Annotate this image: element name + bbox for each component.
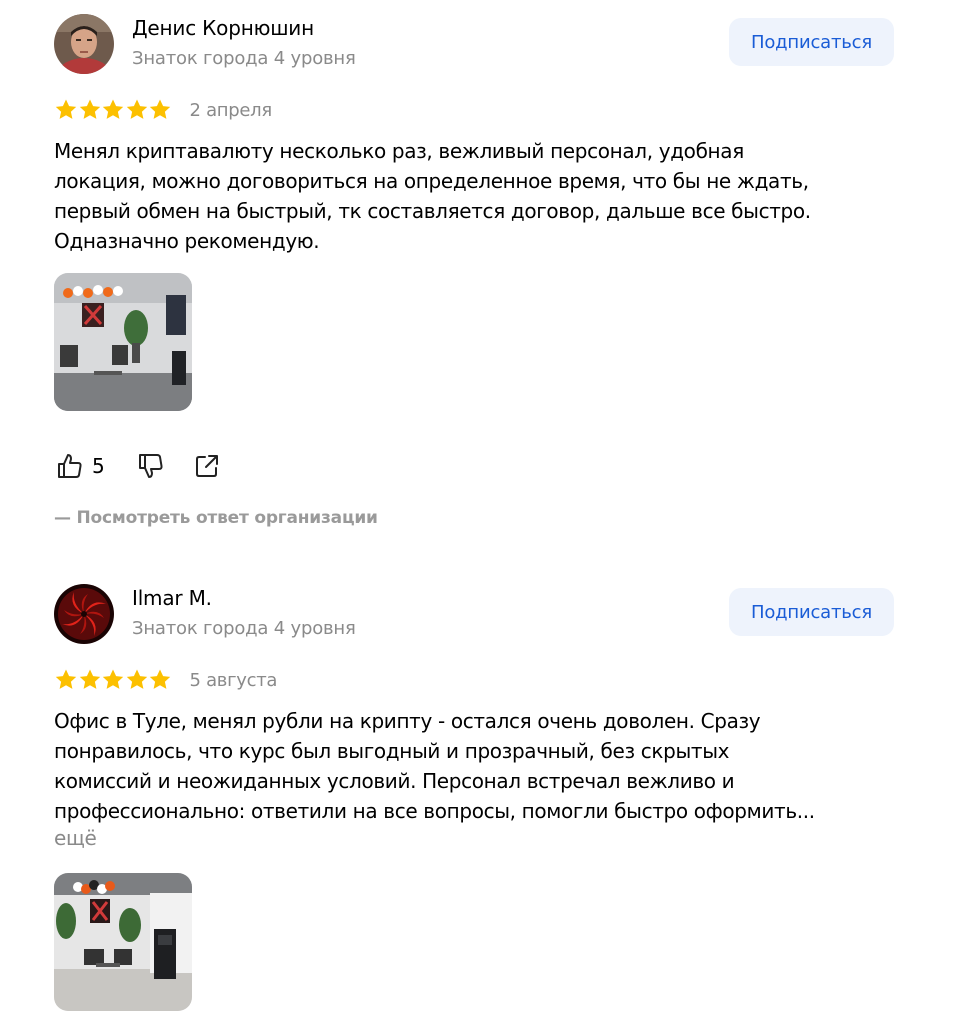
review-meta: 5 августа: [54, 667, 277, 693]
review-text: Офис в Туле, менял рубли на крипту - ост…: [54, 709, 815, 823]
like-button[interactable]: 5: [54, 450, 105, 482]
star-icon: [78, 98, 102, 122]
like-count: 5: [92, 454, 105, 478]
star-icon: [78, 668, 102, 692]
review-photo[interactable]: [54, 273, 192, 411]
star-icon: [148, 668, 172, 692]
thumbs-up-icon: [54, 450, 86, 482]
review-text: Менял криптавалюту несколько раз, вежлив…: [54, 139, 811, 253]
avatar-photo: [54, 14, 114, 74]
star-icon: [54, 668, 78, 692]
subscribe-button[interactable]: Подписаться: [729, 588, 894, 636]
office-photo-image: [54, 273, 192, 411]
thumbs-down-icon: [135, 450, 167, 482]
author-name[interactable]: Ilmar M.: [132, 586, 212, 610]
star-icon: [125, 668, 149, 692]
rating-stars: [54, 668, 172, 692]
review-actions: 5: [54, 450, 223, 482]
author-name[interactable]: Денис Корнюшин: [132, 16, 314, 40]
share-button[interactable]: [191, 450, 223, 482]
office-photo-image: [54, 873, 192, 1011]
star-icon: [125, 98, 149, 122]
rating-stars: [54, 98, 172, 122]
view-org-reply-link[interactable]: — Посмотреть ответ организации: [54, 508, 378, 528]
author-level: Знаток города 4 уровня: [132, 618, 356, 639]
star-icon: [101, 98, 125, 122]
star-icon: [54, 98, 78, 122]
dislike-button[interactable]: [135, 450, 167, 482]
star-icon: [148, 98, 172, 122]
avatar[interactable]: [54, 584, 114, 644]
star-icon: [101, 668, 125, 692]
review-header: Денис Корнюшин Знаток города 4 уровня По…: [54, 14, 894, 76]
review-card: Ilmar M. Знаток города 4 уровня Подписат…: [54, 584, 894, 1011]
avatar[interactable]: [54, 14, 114, 74]
show-more-link[interactable]: ещё: [54, 826, 97, 850]
subscribe-button[interactable]: Подписаться: [729, 18, 894, 66]
share-icon: [191, 450, 223, 482]
review-card: Денис Корнюшин Знаток города 4 уровня По…: [54, 14, 894, 528]
review-photo[interactable]: [54, 873, 192, 1011]
review-date: 5 августа: [189, 669, 278, 691]
author-level: Знаток города 4 уровня: [132, 48, 356, 69]
avatar-spiral: [54, 584, 114, 644]
review-date: 2 апреля: [189, 99, 273, 121]
review-header: Ilmar M. Знаток города 4 уровня Подписат…: [54, 584, 894, 646]
review-meta: 2 апреля: [54, 97, 272, 123]
